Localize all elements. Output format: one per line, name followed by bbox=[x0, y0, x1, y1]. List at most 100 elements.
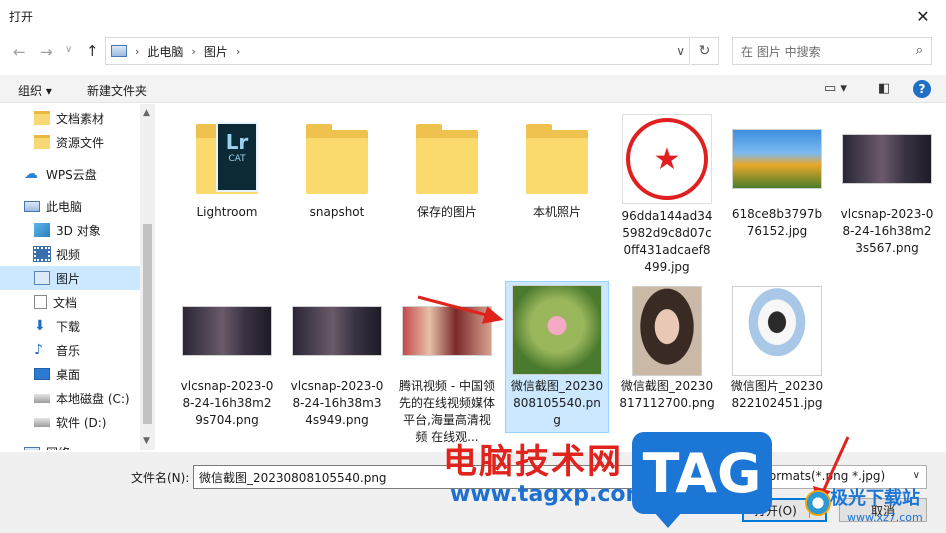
file-item[interactable]: 本机照片 bbox=[505, 114, 609, 221]
file-item[interactable]: 微信截图_20230817112700.png bbox=[615, 284, 719, 412]
close-icon[interactable]: ✕ bbox=[900, 0, 946, 32]
tulips-thumbnail bbox=[732, 129, 822, 189]
sidebar-scrollbar[interactable]: ▲ ▼ bbox=[140, 104, 155, 450]
back-arrow-icon[interactable]: ← bbox=[13, 43, 26, 61]
sidebar-item-drive-d[interactable]: 软件 (D:) bbox=[0, 410, 140, 434]
video-frame-thumbnail bbox=[292, 306, 382, 356]
file-item[interactable]: 微信图片_20230822102451.jpg bbox=[725, 284, 829, 412]
sidebar-item-label: 文档 bbox=[53, 295, 78, 310]
file-item[interactable]: vlcsnap-2023-08-24-16h38m29s704.png bbox=[175, 284, 279, 429]
sidebar-item-label: 桌面 bbox=[56, 367, 81, 382]
breadcrumb-chevron-icon[interactable]: › bbox=[191, 45, 195, 58]
sidebar-item-label: WPS云盘 bbox=[46, 167, 97, 182]
folder-icon bbox=[416, 120, 478, 194]
network-icon bbox=[24, 446, 40, 450]
star-icon: ★ bbox=[626, 118, 708, 200]
navigation-pane: 文档素材 资源文件 ☁ WPS云盘 此电脑 3D 对象 视频 图片 文档 ⬇ 下… bbox=[0, 104, 155, 450]
file-name: 微信截图_20230817112700.png bbox=[619, 379, 715, 410]
sidebar-item-label: 3D 对象 bbox=[56, 223, 101, 238]
view-options-icon[interactable]: ▭ ▾ bbox=[824, 81, 847, 96]
file-item[interactable]: ★ 96dda144ad345982d9c8d07c0ff431adcaef84… bbox=[615, 112, 719, 276]
refresh-icon[interactable]: ↻ bbox=[691, 37, 719, 65]
folder-icon bbox=[306, 120, 368, 194]
video-frame-thumbnail bbox=[842, 134, 932, 184]
sidebar-item-desktop[interactable]: 桌面 bbox=[0, 362, 140, 386]
file-name: 微信截图_20230808105540.png bbox=[510, 379, 604, 427]
file-name: vlcsnap-2023-08-24-16h38m23s567.png bbox=[840, 207, 934, 255]
folder-icon bbox=[34, 135, 50, 149]
address-bar[interactable]: › 此电脑 › 图片 › ∨ bbox=[105, 37, 690, 65]
file-item[interactable]: 保存的图片 bbox=[395, 114, 499, 221]
sidebar-item-label: 音乐 bbox=[56, 343, 81, 358]
address-dropdown-icon[interactable]: ∨ bbox=[676, 44, 685, 58]
search-placeholder: 在 图片 中搜索 bbox=[741, 44, 821, 59]
search-icon[interactable]: ⌕ bbox=[916, 43, 923, 58]
sidebar-item-label: 软件 (D:) bbox=[56, 415, 107, 430]
file-list: Lr CAT Lightroom snapshot 保存的图片 本机照片 ★ 96… bbox=[155, 104, 946, 450]
breadcrumb-chevron-icon[interactable]: › bbox=[135, 45, 139, 58]
folder-icon bbox=[34, 111, 50, 125]
file-name: 微信图片_20230822102451.jpg bbox=[730, 379, 824, 410]
sidebar-item-documents[interactable]: 文档 bbox=[0, 290, 140, 314]
sidebar-item-doc-materials[interactable]: 文档素材 bbox=[0, 106, 140, 130]
sidebar-item-pictures[interactable]: 图片 bbox=[0, 266, 140, 290]
breadcrumb-pictures[interactable]: 图片 bbox=[204, 43, 228, 60]
file-name: 保存的图片 bbox=[416, 205, 477, 219]
computer-icon bbox=[111, 45, 127, 57]
sidebar-item-this-pc[interactable]: 此电脑 bbox=[0, 194, 140, 218]
forward-arrow-icon[interactable]: → bbox=[40, 43, 53, 61]
computer-icon bbox=[24, 200, 40, 212]
breadcrumb-this-pc[interactable]: 此电脑 bbox=[147, 43, 183, 60]
sidebar-item-label: 网络 bbox=[46, 444, 70, 451]
scroll-up-icon[interactable]: ▲ bbox=[143, 108, 150, 118]
scroll-down-icon[interactable]: ▼ bbox=[143, 436, 150, 446]
chevron-down-icon: ∨ bbox=[912, 470, 920, 481]
watermark-brand-url: www.xz7.com bbox=[847, 511, 923, 524]
folder-icon bbox=[526, 120, 588, 194]
file-item-selected[interactable]: 微信截图_20230808105540.png bbox=[505, 281, 609, 433]
organize-button[interactable]: 组织 ▾ bbox=[18, 82, 52, 99]
file-item[interactable]: vlcsnap-2023-08-24-16h38m34s949.png bbox=[285, 284, 389, 429]
sidebar-item-label: 本地磁盘 (C:) bbox=[56, 391, 130, 406]
filename-label: 文件名(N): bbox=[131, 471, 190, 485]
up-arrow-icon[interactable]: ↑ bbox=[86, 42, 99, 60]
window-title: 打开 bbox=[9, 10, 34, 24]
sidebar-item-network[interactable]: 网络 bbox=[0, 440, 140, 450]
sidebar-item-label: 下载 bbox=[56, 319, 81, 334]
file-item[interactable]: snapshot bbox=[285, 114, 389, 221]
watermark-brand: 极光下载站 bbox=[830, 488, 920, 509]
recent-locations-icon[interactable]: ∨ bbox=[65, 44, 72, 55]
sidebar-item-label: 此电脑 bbox=[46, 199, 83, 214]
pictures-icon bbox=[34, 271, 50, 285]
music-icon: ♪ bbox=[34, 342, 43, 358]
illustration-thumbnail bbox=[732, 286, 822, 376]
scrollbar-thumb[interactable] bbox=[143, 224, 152, 424]
sidebar-item-music[interactable]: ♪ 音乐 bbox=[0, 338, 140, 362]
title-bar: 打开 ✕ bbox=[0, 0, 946, 32]
sidebar-item-3d-objects[interactable]: 3D 对象 bbox=[0, 218, 140, 242]
video-site-thumbnail bbox=[402, 306, 492, 356]
sidebar-item-wps-cloud[interactable]: ☁ WPS云盘 bbox=[0, 162, 140, 186]
sidebar-item-videos[interactable]: 视频 bbox=[0, 242, 140, 266]
video-frame-thumbnail bbox=[182, 306, 272, 356]
lotus-thumbnail bbox=[512, 285, 602, 375]
search-input[interactable]: 在 图片 中搜索 ⌕ bbox=[732, 37, 932, 65]
preview-pane-icon[interactable]: ◧ bbox=[878, 81, 890, 96]
file-name: 本机照片 bbox=[532, 205, 581, 219]
file-item[interactable]: 618ce8b3797b76152.jpg bbox=[725, 112, 829, 240]
help-icon[interactable]: ? bbox=[913, 80, 931, 98]
sidebar-item-label: 文档素材 bbox=[56, 111, 105, 126]
sidebar-item-resources[interactable]: 资源文件 bbox=[0, 130, 140, 154]
command-bar: 组织 ▾ 新建文件夹 ▭ ▾ ◧ bbox=[0, 75, 946, 103]
breadcrumb-chevron-icon[interactable]: › bbox=[236, 45, 240, 58]
stamp-thumbnail: ★ bbox=[622, 114, 712, 204]
file-item[interactable]: Lr CAT Lightroom bbox=[175, 114, 279, 221]
portrait-thumbnail bbox=[632, 286, 702, 376]
file-item[interactable]: 腾讯视频 - 中国领先的在线视频媒体平台,海量高清视频 在线观... bbox=[395, 284, 499, 450]
sidebar-item-label: 图片 bbox=[56, 271, 81, 286]
sidebar-item-downloads[interactable]: ⬇ 下载 bbox=[0, 314, 140, 338]
file-item[interactable]: vlcsnap-2023-08-24-16h38m23s567.png bbox=[835, 112, 939, 257]
brand-logo-icon bbox=[805, 490, 831, 516]
new-folder-button[interactable]: 新建文件夹 bbox=[87, 82, 147, 99]
sidebar-item-drive-c[interactable]: 本地磁盘 (C:) bbox=[0, 386, 140, 410]
